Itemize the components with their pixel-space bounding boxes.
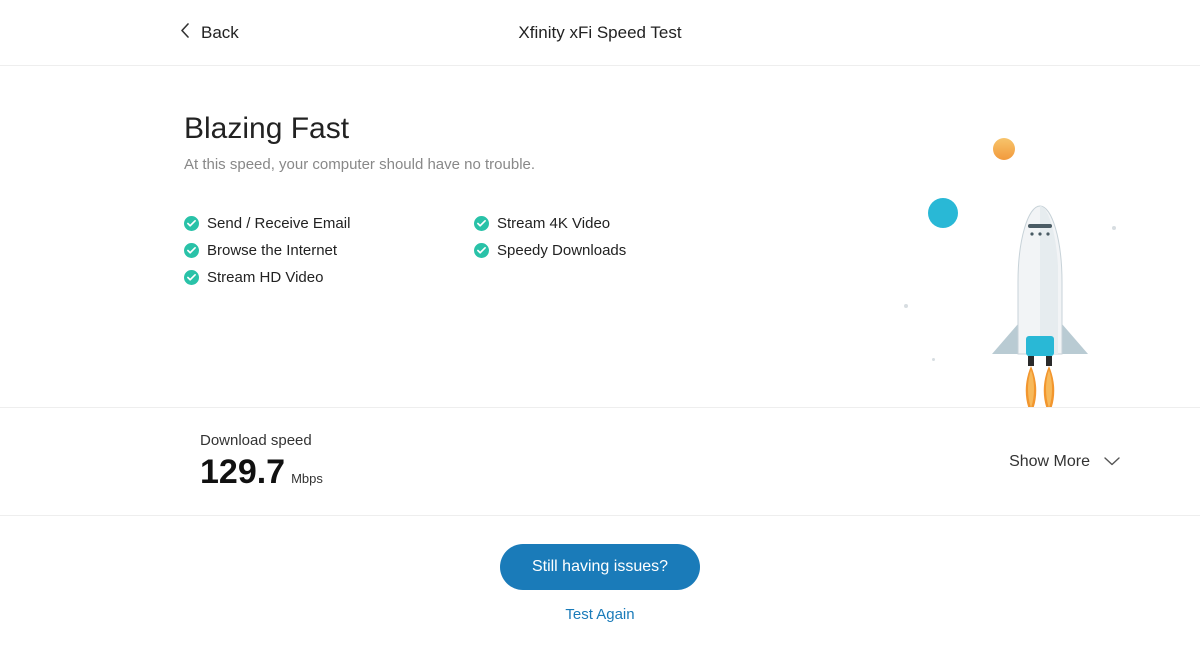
capability-item: Send / Receive Email [184, 215, 474, 232]
check-icon [184, 243, 199, 258]
star-icon [932, 358, 935, 361]
capability-item: Stream 4K Video [474, 215, 764, 232]
star-icon [1112, 226, 1116, 230]
download-speed-number: 129.7 [200, 453, 285, 492]
capabilities-column-2: Stream 4K Video Speedy Downloads [474, 215, 764, 286]
capability-label: Send / Receive Email [207, 215, 350, 232]
capability-item: Stream HD Video [184, 269, 474, 286]
planet-orange-icon [993, 138, 1015, 160]
download-speed-label: Download speed [200, 432, 323, 449]
show-more-toggle[interactable]: Show More [1009, 453, 1120, 471]
capability-item: Browse the Internet [184, 242, 474, 259]
back-button[interactable]: Back [180, 23, 239, 43]
capability-label: Browse the Internet [207, 242, 337, 259]
capability-label: Stream 4K Video [497, 215, 610, 232]
rocket-illustration [828, 96, 1128, 408]
result-section: Blazing Fast At this speed, your compute… [0, 66, 1200, 408]
download-speed-unit: Mbps [291, 471, 323, 486]
planet-teal-icon [928, 198, 958, 228]
back-label: Back [201, 23, 239, 43]
footer-actions: Still having issues? Test Again [0, 516, 1200, 643]
check-icon [184, 270, 199, 285]
header-bar: Back Xfinity xFi Speed Test [0, 0, 1200, 66]
check-icon [474, 216, 489, 231]
check-icon [474, 243, 489, 258]
star-icon [904, 304, 908, 308]
still-having-issues-button[interactable]: Still having issues? [500, 544, 700, 590]
capability-label: Stream HD Video [207, 269, 323, 286]
download-speed-value: 129.7 Mbps [200, 453, 323, 492]
test-again-link[interactable]: Test Again [565, 606, 634, 623]
download-speed-row: Download speed 129.7 Mbps Show More [0, 408, 1200, 516]
capability-label: Speedy Downloads [497, 242, 626, 259]
download-speed-block: Download speed 129.7 Mbps [200, 432, 323, 492]
rocket-icon [988, 204, 1092, 408]
show-more-label: Show More [1009, 453, 1090, 471]
chevron-down-icon [1104, 453, 1120, 471]
capability-item: Speedy Downloads [474, 242, 764, 259]
check-icon [184, 216, 199, 231]
capabilities-column-1: Send / Receive Email Browse the Internet… [184, 215, 474, 286]
chevron-left-icon [180, 23, 189, 43]
